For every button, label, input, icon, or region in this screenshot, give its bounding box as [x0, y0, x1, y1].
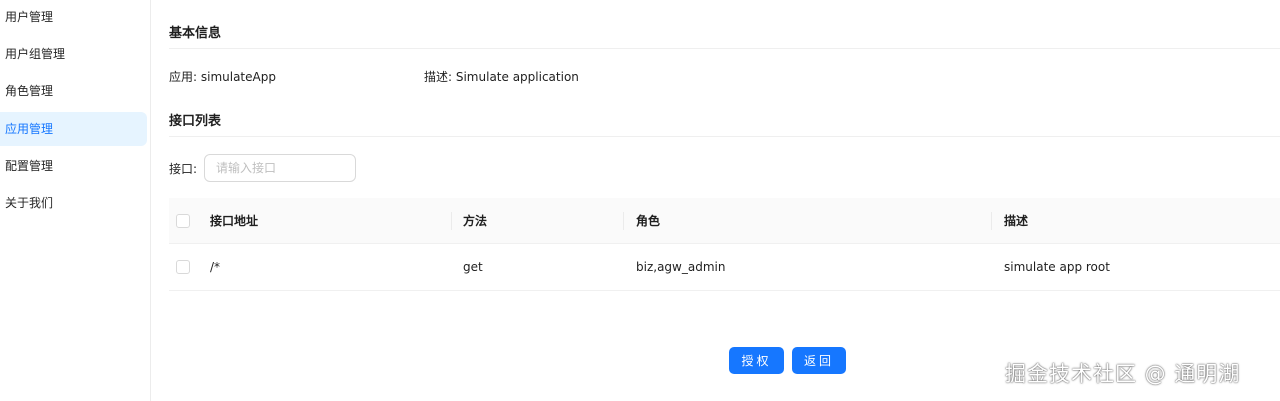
- api-table: 接口地址 方法 角色 描述 /* get biz,agw_admin simul…: [169, 198, 1280, 291]
- row-checkbox[interactable]: [176, 260, 190, 274]
- app-name-info: 应用: simulateApp: [169, 70, 276, 84]
- column-separator: [991, 212, 992, 230]
- select-all-checkbox-cell: [176, 198, 190, 243]
- sidebar-item-user-groups[interactable]: 用户组管理: [0, 37, 147, 71]
- column-header-desc: 描述: [1004, 214, 1029, 228]
- api-filter-label: 接口:: [169, 162, 198, 176]
- watermark: 掘金技术社区 @ 通明湖: [1005, 362, 1241, 386]
- row-desc: simulate app root: [1004, 260, 1110, 274]
- back-button[interactable]: 返回: [792, 347, 846, 374]
- sidebar: 用户管理 用户组管理 角色管理 应用管理 配置管理 关于我们: [0, 0, 151, 401]
- api-search-input[interactable]: [204, 154, 356, 182]
- sidebar-item-apps[interactable]: 应用管理: [0, 112, 147, 146]
- row-method: get: [463, 260, 483, 274]
- app-desc-info: 描述: Simulate application: [424, 70, 579, 84]
- table-row[interactable]: /* get biz,agw_admin simulate app root: [169, 244, 1280, 291]
- row-checkbox-cell: [176, 244, 190, 290]
- sidebar-item-about[interactable]: 关于我们: [0, 186, 147, 220]
- divider: [169, 136, 1280, 137]
- sidebar-item-users[interactable]: 用户管理: [0, 0, 147, 34]
- sidebar-item-config[interactable]: 配置管理: [0, 149, 147, 183]
- sidebar-item-roles[interactable]: 角色管理: [0, 74, 147, 108]
- authorize-button[interactable]: 授权: [729, 347, 784, 374]
- basic-info-title: 基本信息: [169, 26, 222, 41]
- column-header-method: 方法: [463, 214, 488, 228]
- column-header-path: 接口地址: [210, 214, 259, 228]
- column-separator: [623, 212, 624, 230]
- row-roles: biz,agw_admin: [636, 260, 726, 274]
- select-all-checkbox[interactable]: [176, 213, 190, 228]
- api-list-title: 接口列表: [169, 114, 222, 129]
- table-header: 接口地址 方法 角色 描述: [169, 198, 1280, 244]
- main-content: 基本信息 应用: simulateApp 描述: Simulate applic…: [151, 0, 1280, 401]
- column-separator: [451, 212, 452, 230]
- divider: [169, 48, 1280, 49]
- row-path: /*: [210, 260, 221, 274]
- column-header-roles: 角色: [636, 214, 661, 228]
